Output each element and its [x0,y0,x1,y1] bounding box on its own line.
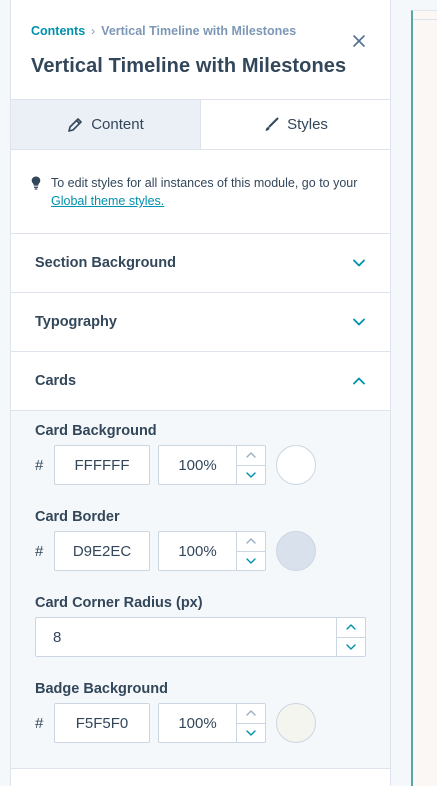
card-border-swatch[interactable] [276,531,316,571]
chevron-up-icon [353,377,365,385]
badge-background-label: Badge Background [35,681,168,697]
chevron-down-icon [353,318,365,326]
chevron-down-icon [246,730,256,736]
opacity-stepper [236,704,265,742]
tab-content-label: Content [91,116,144,133]
corner-radius-label: Card Corner Radius (px) [35,595,203,611]
badge-background-opacity-input[interactable]: 100% [158,703,266,743]
cards-section-body: Card Background # FFFFFF 100% Card Borde… [11,411,390,769]
brush-icon [265,117,279,131]
close-button[interactable] [350,32,368,50]
card-border-picker: # D9E2EC 100% [35,531,366,571]
decrement-button[interactable] [237,464,265,485]
chevron-up-icon [346,624,356,630]
breadcrumb: Contents › Vertical Timeline with Milest… [31,24,370,38]
chevron-up-icon [246,538,256,544]
corner-radius-input[interactable]: 8 [35,617,366,657]
opacity-value[interactable]: 100% [159,704,236,742]
card-border-opacity-input[interactable]: 100% [158,531,266,571]
module-editor-panel: Contents › Vertical Timeline with Milest… [10,0,391,786]
breadcrumb-current: Vertical Timeline with Milestones [101,24,297,38]
corner-radius-stepper [336,618,365,656]
tab-styles[interactable]: Styles [201,100,390,149]
badge-background-hex-input[interactable]: F5F5F0 [54,703,150,743]
global-theme-styles-link[interactable]: Global theme styles. [51,194,164,208]
card-background-swatch[interactable] [276,445,316,485]
chevron-down-icon [246,472,256,478]
chevron-down-icon [246,558,256,564]
section-background-toggle[interactable]: Section Background [11,234,390,293]
badge-background-swatch[interactable] [276,703,316,743]
increment-button[interactable] [237,446,265,465]
badge-background-picker: # F5F5F0 100% [35,703,366,743]
notice-text: To edit styles for all instances of this… [51,176,358,190]
editor-tabs: Content Styles [11,100,390,150]
opacity-stepper [236,446,265,484]
opacity-value[interactable]: 100% [159,532,236,570]
section-background-label: Section Background [35,255,176,271]
chevron-down-icon [346,644,356,650]
card-background-picker: # FFFFFF 100% [35,445,366,485]
chevron-down-icon [353,259,365,267]
decrement-button[interactable] [237,550,265,571]
hash-prefix: # [35,456,44,474]
global-styles-notice: To edit styles for all instances of this… [11,150,390,234]
card-background-hex-input[interactable]: FFFFFF [54,445,150,485]
increment-button[interactable] [237,704,265,723]
cards-toggle[interactable]: Cards [11,352,390,411]
tab-styles-label: Styles [287,116,328,133]
preview-divider [413,19,437,20]
hash-prefix: # [35,542,44,560]
decrement-button[interactable] [337,636,365,657]
opacity-value[interactable]: 100% [159,446,236,484]
increment-button[interactable] [237,532,265,551]
tab-content[interactable]: Content [11,100,201,149]
page-preview [391,0,437,786]
pencil-icon [68,117,83,132]
card-background-label: Card Background [35,423,157,439]
increment-button[interactable] [337,618,365,637]
chevron-up-icon [246,710,256,716]
page-title: Vertical Timeline with Milestones [31,55,347,77]
panel-header: Contents › Vertical Timeline with Milest… [11,0,390,100]
typography-label: Typography [35,314,117,330]
cards-label: Cards [35,373,77,389]
preview-frame [411,10,437,786]
typography-toggle[interactable]: Typography [11,293,390,352]
card-border-hex-input[interactable]: D9E2EC [54,531,150,571]
close-icon [353,35,365,47]
card-border-label: Card Border [35,509,120,525]
breadcrumb-separator: › [91,24,96,38]
opacity-stepper [236,532,265,570]
breadcrumb-root-link[interactable]: Contents [31,24,85,38]
hash-prefix: # [35,714,44,732]
card-background-opacity-input[interactable]: 100% [158,445,266,485]
chevron-up-icon [246,452,256,458]
corner-radius-value[interactable]: 8 [36,618,336,656]
lightbulb-icon [31,176,41,190]
decrement-button[interactable] [237,722,265,743]
